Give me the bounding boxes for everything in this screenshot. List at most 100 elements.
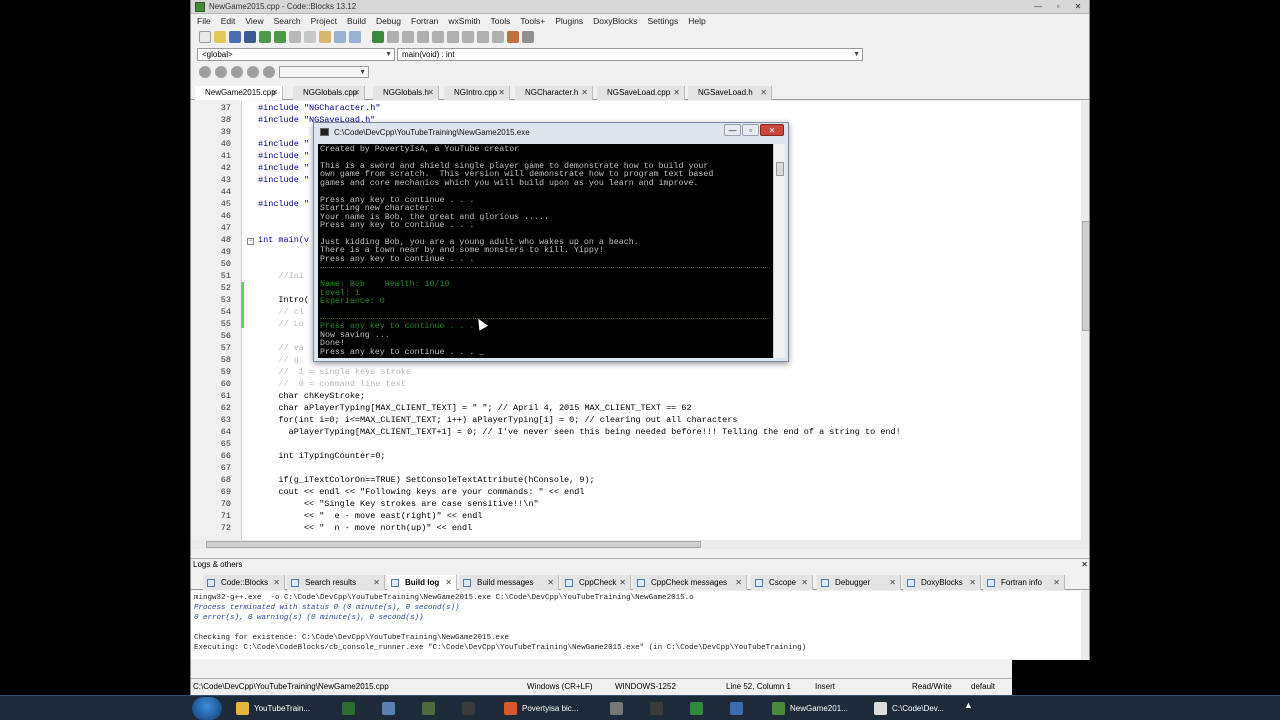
close-icon[interactable]: ✕ <box>271 86 278 100</box>
stop-icon[interactable] <box>462 31 474 43</box>
console-title-bar[interactable]: C:\Code\DevCpp\YouTubeTraining\NewGame20… <box>318 123 784 142</box>
tab-ngsaveload-cpp[interactable]: NGSaveLoad.cpp ✕ <box>597 86 685 100</box>
tab-cppcheck[interactable]: CppCheck ✕ <box>561 575 631 590</box>
taskbar-button[interactable] <box>646 698 682 719</box>
close-icon[interactable]: ✕ <box>373 575 380 590</box>
console-scrollbar[interactable] <box>773 144 785 358</box>
taskbar-button[interactable]: Povertyisa bic... <box>500 698 600 719</box>
info-icon[interactable] <box>492 31 504 43</box>
undo-icon[interactable] <box>259 31 271 43</box>
build-target-select[interactable]: ▼ <box>279 66 369 78</box>
menu-doxyblocks[interactable]: DoxyBlocks <box>593 15 637 28</box>
taskbar-button[interactable]: C:\Code\Dev... <box>870 698 962 719</box>
editor-horizontal-scrollbar[interactable] <box>191 540 1089 549</box>
taskbar-button[interactable] <box>378 698 414 719</box>
debug-abort-icon[interactable] <box>263 66 275 78</box>
menu-tools[interactable]: Tools <box>491 15 511 28</box>
menu-search[interactable]: Search <box>274 15 301 28</box>
menu-build[interactable]: Build <box>347 15 366 28</box>
start-button[interactable] <box>192 697 222 720</box>
tab-ngsaveload-h[interactable]: NGSaveLoad.h ✕ <box>688 86 772 100</box>
tab-codeblocks-log[interactable]: Code::Blocks ✕ <box>203 575 285 590</box>
step-out-icon[interactable] <box>417 31 429 43</box>
close-icon[interactable]: ✕ <box>969 575 976 590</box>
console-window[interactable]: C:\Code\DevCpp\YouTubeTraining\NewGame20… <box>313 122 789 362</box>
menu-file[interactable]: File <box>197 15 211 28</box>
replace-icon[interactable] <box>349 31 361 43</box>
menu-edit[interactable]: Edit <box>221 15 236 28</box>
console-minimize-button[interactable]: — <box>724 124 741 136</box>
close-button[interactable]: ✕ <box>1069 1 1087 12</box>
cut-icon[interactable] <box>289 31 301 43</box>
tab-search-results[interactable]: Search results ✕ <box>287 575 385 590</box>
close-icon[interactable]: ✕ <box>273 575 280 590</box>
break-icon[interactable] <box>447 31 459 43</box>
run-icon[interactable] <box>372 31 384 43</box>
fold-toggle-icon[interactable]: − <box>247 238 254 245</box>
close-icon[interactable]: ✕ <box>889 575 896 590</box>
scroll-thumb[interactable] <box>776 162 784 176</box>
settings-icon[interactable] <box>522 31 534 43</box>
tab-build-messages[interactable]: Build messages ✕ <box>459 575 559 590</box>
close-icon[interactable]: ✕ <box>427 86 434 100</box>
debug-build-icon[interactable] <box>231 66 243 78</box>
close-icon[interactable]: ✕ <box>547 575 554 590</box>
taskbar-button[interactable] <box>686 698 722 719</box>
menu-debug[interactable]: Debug <box>376 15 401 28</box>
find-icon[interactable] <box>334 31 346 43</box>
tab-cppcheck-messages[interactable]: CppCheck messages ✕ <box>633 575 747 590</box>
tab-cscope[interactable]: Cscope ✕ <box>751 575 813 590</box>
console-close-button[interactable]: ✕ <box>760 124 784 136</box>
debug-rebuild-icon[interactable] <box>247 66 259 78</box>
taskbar-button[interactable] <box>338 698 374 719</box>
menu-tools-plus[interactable]: Tools+ <box>520 15 545 28</box>
close-icon[interactable]: ✕ <box>801 575 808 590</box>
menu-fortran[interactable]: Fortran <box>411 15 438 28</box>
tab-ngintro-cpp[interactable]: NGIntro.cpp ✕ <box>444 86 510 100</box>
close-icon[interactable]: ✕ <box>619 575 626 590</box>
build-log-output[interactable]: mingw32-g++.exe -o C:\Code\DevCpp\YouTub… <box>191 591 1089 659</box>
save-icon[interactable] <box>229 31 241 43</box>
debug-start-icon[interactable] <box>199 66 211 78</box>
close-icon[interactable]: ✕ <box>445 575 452 590</box>
scope-select[interactable]: <global> ▼ <box>197 48 395 61</box>
minimize-button[interactable]: — <box>1029 1 1047 12</box>
menu-settings[interactable]: Settings <box>648 15 679 28</box>
tab-newgame2015-cpp[interactable]: NewGame2015.cpp ✕ <box>195 86 283 100</box>
step-icon[interactable] <box>387 31 399 43</box>
debug-windows-icon[interactable] <box>477 31 489 43</box>
close-icon[interactable]: ✕ <box>353 86 360 100</box>
taskbar-button[interactable]: YouTubeTrain... <box>232 698 328 719</box>
redo-icon[interactable] <box>274 31 286 43</box>
log-scrollbar[interactable] <box>1081 591 1089 659</box>
scroll-thumb[interactable] <box>1082 221 1089 331</box>
close-icon[interactable]: ✕ <box>760 86 767 100</box>
tab-ngglobals-cpp[interactable]: NGGlobals.cpp ✕ <box>293 86 365 100</box>
tab-doxyblocks[interactable]: DoxyBlocks ✕ <box>903 575 981 590</box>
close-icon[interactable]: ✕ <box>498 86 505 100</box>
debug-run-icon[interactable] <box>215 66 227 78</box>
step-into-icon[interactable] <box>402 31 414 43</box>
close-icon[interactable]: ✕ <box>1081 559 1088 570</box>
tab-debugger[interactable]: Debugger ✕ <box>817 575 901 590</box>
taskbar-button[interactable] <box>418 698 454 719</box>
new-file-icon[interactable] <box>199 31 211 43</box>
close-icon[interactable]: ✕ <box>1053 575 1060 590</box>
console-maximize-button[interactable]: ▫ <box>742 124 759 136</box>
save-all-icon[interactable] <box>244 31 256 43</box>
paste-icon[interactable] <box>319 31 331 43</box>
taskbar-button[interactable] <box>726 698 762 719</box>
menu-help[interactable]: Help <box>688 15 705 28</box>
taskbar-button[interactable] <box>458 698 494 719</box>
copy-icon[interactable] <box>304 31 316 43</box>
function-select[interactable]: main(void) : int ▼ <box>397 48 863 61</box>
memory-icon[interactable] <box>507 31 519 43</box>
taskbar-button[interactable]: NewGame201... <box>768 698 864 719</box>
tab-build-log[interactable]: Build log ✕ <box>387 575 457 590</box>
menu-project[interactable]: Project <box>311 15 337 28</box>
tray-arrow-icon[interactable]: ▲ <box>964 700 973 710</box>
taskbar-button[interactable] <box>606 698 642 719</box>
editor-vertical-scrollbar[interactable] <box>1081 101 1089 540</box>
maximize-button[interactable]: ▫ <box>1049 1 1067 12</box>
menu-plugins[interactable]: Plugins <box>555 15 583 28</box>
